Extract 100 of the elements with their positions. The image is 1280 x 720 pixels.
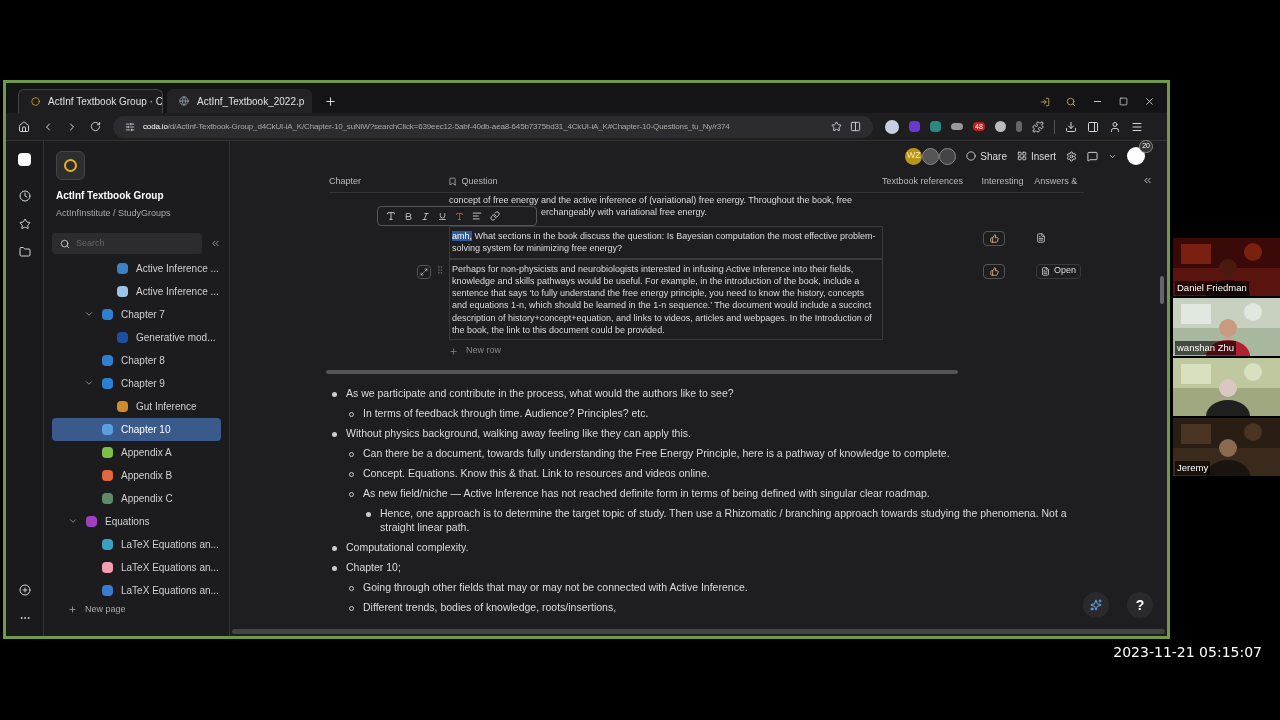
- expand-row-icon[interactable]: [417, 264, 431, 279]
- sidebar-item[interactable]: LaTeX Equations an...: [52, 532, 221, 556]
- globe-icon: [179, 96, 189, 106]
- extension-icon[interactable]: [885, 119, 899, 134]
- bookmark-icon[interactable]: [831, 121, 842, 132]
- close-icon[interactable]: [1144, 96, 1155, 107]
- site-settings-icon[interactable]: [125, 121, 135, 132]
- doc-logo-icon[interactable]: [56, 151, 85, 180]
- thumbs-up-button[interactable]: [983, 231, 1005, 246]
- add-icon[interactable]: [18, 584, 31, 596]
- note-text: In terms of feedback through time. Audience? Principles? etc.: [363, 405, 649, 420]
- column-header[interactable]: Interesting: [981, 174, 1035, 189]
- open-button[interactable]: Open: [1036, 263, 1082, 279]
- cell-text: amh, What sections in the book discuss the question: Is Bayesian computation the most effective problem-solving system for minimizing free energy?: [452, 230, 877, 255]
- address-field[interactable]: coda.io/d/ActInf-Textbook-Group_d4CkUI-iA_K/Chapter-10_suNiW?searchClick=639eec12-5abf-40db-aea8-645b7375bd31_4CkUI-iA_K#Chapter-10-Questions_tu_Ny/r374: [113, 115, 873, 138]
- new-row-button[interactable]: New row: [449, 344, 509, 358]
- note-text: As we participate and contribute in the process, what would the authors like to see?: [346, 385, 734, 400]
- download-icon[interactable]: [1064, 120, 1077, 133]
- settings-icon[interactable]: [1066, 150, 1077, 162]
- sidebar-item[interactable]: Appendix A: [52, 440, 221, 464]
- url-text: coda.io/d/ActInf-Textbook-Group_d4CkUI-iA_K/Chapter-10_suNiW?searchClick=639eec12-5abf-40db-aea8-645b7375bd31_4CkUI-iA_K#Chapter-10-Questions_tu_Ny/r374: [143, 120, 731, 133]
- column-header[interactable]: Chapter: [329, 174, 449, 189]
- chevron-icon[interactable]: [84, 378, 94, 388]
- note-text: As new field/niche — Active Inference has not reached definite form in terms of being defined with singular clear roadmap.: [363, 485, 930, 500]
- cell-text: concept of free energy and the active inference of (variational) free energy. Throughout the book, free: [449, 194, 852, 206]
- comment-icon[interactable]: [1087, 150, 1098, 162]
- share-button[interactable]: Share: [966, 148, 1007, 164]
- menu-icon[interactable]: [1130, 120, 1143, 133]
- sidebar-item[interactable]: Chapter 10: [52, 417, 221, 441]
- note-text: Concept. Equations. Know this & that. Link to resources and videos online.: [363, 465, 710, 480]
- avatar[interactable]: [939, 147, 957, 165]
- italic-icon[interactable]: [421, 211, 430, 221]
- side-panel-icon[interactable]: [1086, 120, 1099, 133]
- bold-icon[interactable]: [404, 211, 413, 221]
- app-logo-icon[interactable]: [18, 153, 31, 166]
- bullet-icon: [332, 545, 337, 551]
- sidebar-item[interactable]: Chapter 8: [52, 348, 221, 372]
- drag-handle-icon[interactable]: [435, 264, 445, 275]
- participant-name: wanshan Zhu: [1175, 340, 1237, 355]
- extension-icon[interactable]: [951, 123, 963, 130]
- underline-icon[interactable]: [438, 211, 447, 221]
- doc-title: ActInf Textbook Group: [56, 189, 165, 203]
- note-text: Without physics background, walking away feeling like they can apply this.: [346, 425, 691, 440]
- text-color-icon[interactable]: [455, 211, 464, 221]
- help-button[interactable]: ?: [1127, 592, 1153, 618]
- insert-button[interactable]: Insert: [1017, 148, 1056, 164]
- browser-tab[interactable]: ActInf_Textbook_2022.p: [167, 89, 312, 113]
- question-cell[interactable]: amh, What sections in the book discuss the question: Is Bayesian computation the most effective problem-solving system for minimizing free energy?: [449, 226, 883, 259]
- sidebar-item[interactable]: Appendix C: [52, 486, 221, 510]
- link-icon[interactable]: [490, 211, 500, 221]
- new-tab-icon[interactable]: [324, 95, 337, 108]
- timestamp: 2023-11-21 05:15:07: [1113, 643, 1262, 662]
- align-icon[interactable]: [472, 211, 482, 221]
- participant-name: Jeremy: [1175, 460, 1211, 475]
- cell-text: Perhaps for non-physicists and neurobiologists interested in infusing Active Inference into their fields, knowledge and skills pathways would be useful. For example, in the introduction of the book, include a sentence that says ‘to fully understand the free energy principle, you need to know the history, concepts and equations 1-n, which should be learned in the 1-n sequence.’ The document would include a succinct description of history+concept+equation, and links to videos, articles and webpages. In the Introduction of the book, the link to this document could be provided.: [452, 262, 873, 337]
- text-style-icon[interactable]: [386, 211, 396, 221]
- star-icon[interactable]: [18, 218, 31, 230]
- sidebar-item[interactable]: Generative mod...: [52, 325, 221, 349]
- sidebar-item[interactable]: LaTeX Equations an...: [52, 555, 221, 579]
- chevron-icon[interactable]: [68, 516, 78, 526]
- extension-icon[interactable]: [994, 121, 1006, 132]
- horizontal-scrollbar[interactable]: [232, 629, 1165, 634]
- clock-icon[interactable]: [18, 190, 31, 202]
- profile-avatar[interactable]: [1127, 147, 1145, 165]
- sidebar-item[interactable]: Chapter 9: [52, 371, 221, 395]
- thumbs-up-icon: [989, 266, 999, 276]
- folder-icon[interactable]: [18, 246, 31, 258]
- home-icon[interactable]: [18, 120, 30, 133]
- participant-name: Daniel Friedman: [1175, 280, 1249, 295]
- maximize-icon[interactable]: [1119, 97, 1128, 106]
- browser-tab[interactable]: ActInf Textbook Group · C: [18, 89, 163, 113]
- tab-search-icon[interactable]: [850, 121, 861, 132]
- column-header[interactable]: Textbook references: [882, 174, 982, 189]
- sidebar-item[interactable]: Appendix B: [52, 463, 221, 487]
- sign-in-icon[interactable]: [1040, 96, 1050, 107]
- bullet-icon: [332, 431, 337, 437]
- sidebar-item[interactable]: Active Inference ...: [52, 279, 221, 303]
- thumbs-up-button[interactable]: [983, 263, 1005, 279]
- profile-icon[interactable]: [1108, 120, 1121, 133]
- extensions-icon[interactable]: [1031, 120, 1044, 133]
- sidebar-item[interactable]: Gut Inference: [52, 394, 221, 418]
- collapse-panel-icon[interactable]: [1142, 175, 1153, 186]
- sidebar-item[interactable]: Active Inference ...: [52, 256, 221, 280]
- reload-icon[interactable]: [90, 121, 101, 132]
- sidebar-item[interactable]: Chapter 7: [52, 302, 221, 326]
- page-scrollbar[interactable]: [1160, 276, 1164, 304]
- note-text: Going through other fields that may or may not be connected with Active Inference.: [363, 579, 748, 594]
- table-scrollbar[interactable]: [326, 369, 958, 374]
- sidebar-item[interactable]: LaTeX Equations an...: [52, 578, 221, 602]
- chevron-icon[interactable]: [84, 309, 94, 319]
- search-icon[interactable]: [1066, 96, 1076, 107]
- doc-subtitle: ActInfInstitute / StudyGroups: [56, 207, 172, 220]
- bookmark-icon: [448, 177, 458, 186]
- avatar[interactable]: [922, 147, 940, 165]
- column-header[interactable]: Answers &: [1034, 174, 1084, 189]
- new-page-button[interactable]: New page: [68, 602, 229, 616]
- sidebar-item[interactable]: Equations: [52, 509, 221, 533]
- ai-button[interactable]: [1083, 592, 1109, 618]
- column-header[interactable]: Question: [448, 174, 883, 189]
- document-icon[interactable]: [1036, 233, 1046, 243]
